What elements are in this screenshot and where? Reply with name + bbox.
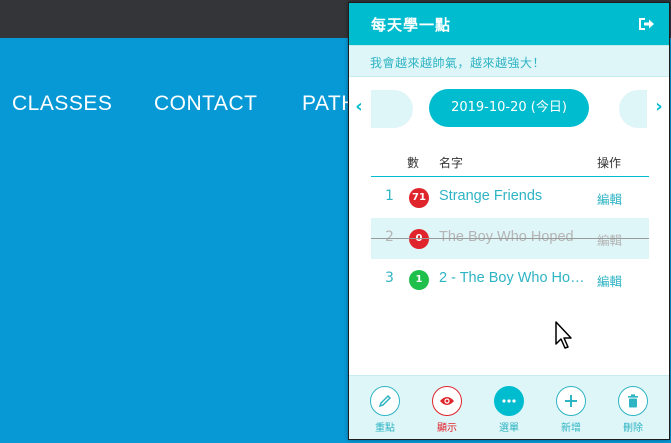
row-index: 3 bbox=[385, 270, 394, 286]
row-index: 1 bbox=[385, 188, 394, 204]
row-name[interactable]: The Boy Who Hoped bbox=[439, 229, 589, 245]
popup-title: 每天學一點 bbox=[371, 16, 452, 34]
popup-header: 每天學一點 bbox=[349, 3, 669, 45]
count-badge: 0 bbox=[409, 229, 429, 249]
count-badge: 71 bbox=[409, 188, 429, 208]
more-icon bbox=[494, 386, 524, 416]
menu-label: 選單 bbox=[499, 423, 519, 434]
motto-text: 我會越來越帥氣，越來越強大！ bbox=[370, 56, 546, 70]
pencil-icon bbox=[370, 386, 400, 416]
motto-bar: 我會越來越帥氣，越來越強大！ bbox=[349, 45, 669, 77]
nav-classes-link[interactable]: CLASSES bbox=[12, 92, 112, 116]
prev-date-pill[interactable] bbox=[371, 90, 413, 128]
trash-icon bbox=[618, 386, 648, 416]
strikethrough-line bbox=[371, 238, 649, 239]
plus-icon bbox=[556, 386, 586, 416]
delete-label: 刪除 bbox=[623, 423, 643, 434]
show-button[interactable]: 顯示 bbox=[427, 386, 467, 434]
row-index: 2 bbox=[385, 229, 394, 245]
date-selector: ‹ 2019-10-20 (今日) › bbox=[349, 83, 669, 131]
count-badge: 1 bbox=[409, 270, 429, 290]
mouse-pointer-icon bbox=[555, 321, 572, 349]
extension-popup: 每天學一點 我會越來越帥氣，越來越強大！ ‹ 2019-10-20 (今日) ›… bbox=[348, 2, 670, 440]
table-row[interactable]: 3 1 2 - The Boy Who Hoped 編輯 bbox=[371, 259, 649, 300]
add-label: 新增 bbox=[561, 423, 581, 434]
header-count: 數 bbox=[407, 156, 420, 170]
nav-contact-link[interactable]: CONTACT bbox=[154, 92, 257, 116]
footer-toolbar: 重點 顯示 選單 新增 刪除 bbox=[349, 375, 669, 439]
edit-link[interactable]: 編輯 bbox=[597, 230, 622, 249]
table-row[interactable]: 1 71 Strange Friends 編輯 bbox=[371, 177, 649, 218]
logout-icon[interactable] bbox=[637, 15, 655, 33]
table-row[interactable]: 2 0 The Boy Who Hoped 編輯 bbox=[371, 218, 649, 259]
delete-button[interactable]: 刪除 bbox=[613, 386, 653, 434]
highlight-button[interactable]: 重點 bbox=[365, 386, 405, 434]
header-name: 名字 bbox=[439, 156, 464, 170]
show-label: 顯示 bbox=[437, 423, 457, 434]
edit-link[interactable]: 編輯 bbox=[597, 189, 622, 208]
add-button[interactable]: 新增 bbox=[551, 386, 591, 434]
word-table: 數 名字 操作 1 71 Strange Friends 編輯 2 0 The … bbox=[371, 149, 649, 300]
current-date-pill[interactable]: 2019-10-20 (今日) bbox=[429, 89, 589, 127]
next-date-arrow-icon[interactable]: › bbox=[652, 97, 666, 117]
highlight-label: 重點 bbox=[375, 423, 395, 434]
header-action: 操作 bbox=[597, 156, 622, 170]
row-name[interactable]: 2 - The Boy Who Hoped bbox=[439, 270, 589, 286]
next-date-pill[interactable] bbox=[619, 90, 647, 128]
menu-button[interactable]: 選單 bbox=[489, 386, 529, 434]
prev-date-arrow-icon[interactable]: ‹ bbox=[352, 97, 366, 117]
table-header: 數 名字 操作 bbox=[371, 149, 649, 177]
eye-icon bbox=[432, 386, 462, 416]
edit-link[interactable]: 編輯 bbox=[597, 271, 622, 290]
row-name[interactable]: Strange Friends bbox=[439, 188, 589, 204]
